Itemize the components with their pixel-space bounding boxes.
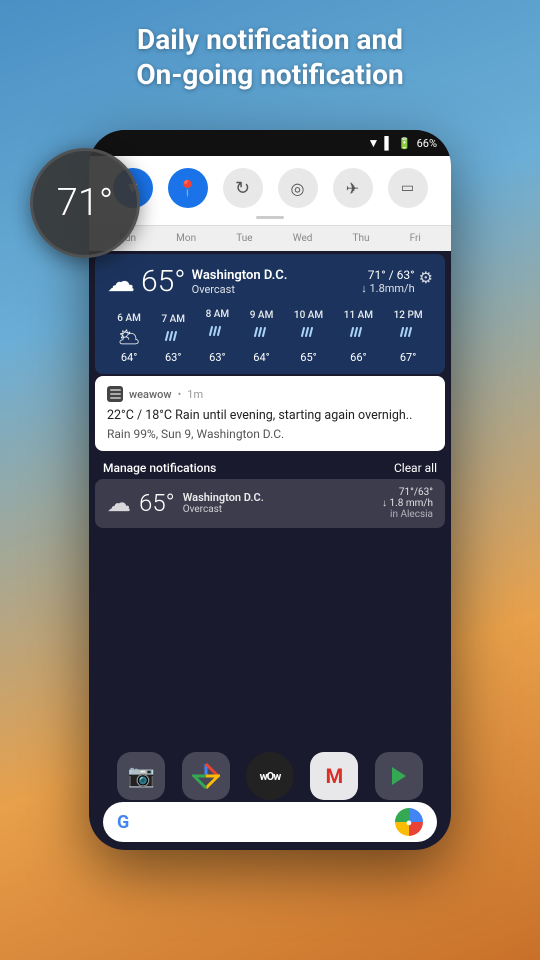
cloud-icon-large: ☁ <box>107 265 135 298</box>
weather-gear-icon[interactable]: ⚙ <box>419 268 433 287</box>
hour-temp-8am: 63° <box>209 351 225 364</box>
hour-item-12pm: 12 PM 67° <box>394 310 423 364</box>
header-title-line1: Daily notification and <box>40 22 500 57</box>
qs-location-btn[interactable]: 📍 <box>168 168 208 208</box>
hour-label-7am: 7 AM <box>161 314 185 325</box>
mini-temp: 65° <box>139 489 175 517</box>
weawow-app-icon <box>107 386 123 402</box>
hour-icon-10am <box>300 324 318 348</box>
mini-extra: in Alecsia <box>382 509 433 520</box>
status-bar: ▼ ▌ 🔋 66% <box>89 130 451 156</box>
header-section: Daily notification and On-going notifica… <box>0 0 540 102</box>
cal-day-fri: Fri <box>410 233 421 244</box>
qs-hotspot-btn[interactable]: ◎ <box>278 168 318 208</box>
notif-separator: • <box>178 388 182 401</box>
home-screen: 📷 wOw M G ● <box>89 650 451 850</box>
mini-precip: ↓ 1.8 mm/h <box>382 498 433 509</box>
signal-icon: ▌ <box>384 136 393 150</box>
qs-icons-row: ▼ 📍 ↻ ◎ ✈ ▭ <box>89 164 451 212</box>
weather-location-group: Washington D.C. Overcast <box>192 268 288 296</box>
hour-temp-12pm: 67° <box>400 351 416 364</box>
hour-temp-11am: 66° <box>350 351 366 364</box>
weather-right-group: 71° / 63° ↓ 1.8mm/h ⚙ <box>361 268 433 295</box>
hour-icon-8am <box>208 323 226 348</box>
qs-cast-btn[interactable]: ▭ <box>388 168 428 208</box>
google-mic-icon[interactable]: ● <box>395 808 423 836</box>
mini-location: Washington D.C. <box>183 491 264 504</box>
header-title-line2: On-going notification <box>40 57 500 92</box>
hour-label-10am: 10 AM <box>294 310 323 321</box>
hour-temp-6am: 64° <box>121 351 137 364</box>
phone-frame: ▼ ▌ 🔋 66% ▼ 📍 ↻ ◎ ✈ ▭ Sun Mon Tue Wed Th… <box>89 130 451 850</box>
status-right: ▼ ▌ 🔋 66% <box>367 136 437 150</box>
manage-notifications-bar: Manage notifications Clear all <box>89 453 451 479</box>
hour-item-10am: 10 AM 65° <box>294 310 323 364</box>
weather-high-low: 71° / 63° <box>361 268 414 282</box>
mini-weather-right: 71°/63° ↓ 1.8 mm/h in Alecsia <box>382 487 433 520</box>
hour-item-11am: 11 AM 66° <box>344 310 373 364</box>
weather-stats: 71° / 63° ↓ 1.8mm/h <box>361 268 414 295</box>
google-g-logo: G <box>117 812 129 833</box>
calendar-strip: Sun Mon Tue Wed Thu Fri <box>89 225 451 251</box>
weather-left-group: ☁ 65° Washington D.C. Overcast <box>107 264 287 299</box>
cal-day-mon: Mon <box>176 233 196 244</box>
weather-precip: ↓ 1.8mm/h <box>361 282 414 295</box>
mini-weather-card: ☁ 65° Washington D.C. Overcast 71°/63° ↓… <box>95 479 445 528</box>
notif-body-line1: 22°C / 18°C Rain until evening, starting… <box>107 407 433 425</box>
photos-app-icon[interactable] <box>182 752 230 800</box>
temperature-bubble: 71° <box>30 148 140 258</box>
hour-temp-9am: 64° <box>253 351 269 364</box>
cal-day-thu: Thu <box>353 233 370 244</box>
hour-item-8am: 8 AM 63° <box>206 309 230 364</box>
hour-item-6am: 6 AM 🌥 64° <box>117 313 141 364</box>
notif-app-name: weawow <box>129 388 172 401</box>
quick-settings-panel: ▼ 📍 ↻ ◎ ✈ ▭ <box>89 156 451 225</box>
notif-header-row: weawow • 1m <box>107 386 433 402</box>
qs-airplane-btn[interactable]: ✈ <box>333 168 373 208</box>
notif-body-line2: Rain 99%, Sun 9, Washington D.C. <box>107 427 433 441</box>
hour-icon-12pm <box>399 324 417 348</box>
battery-icon: 🔋 <box>398 137 412 150</box>
wifi-icon: ▼ <box>367 136 379 150</box>
hour-label-9am: 9 AM <box>250 310 274 321</box>
notif-time: 1m <box>187 388 203 401</box>
hour-item-7am: 7 AM 63° <box>161 314 185 364</box>
mini-condition: Overcast <box>183 504 264 515</box>
cal-day-wed: Wed <box>293 233 313 244</box>
hour-label-11am: 11 AM <box>344 310 373 321</box>
qs-scroll-indicator <box>256 216 284 219</box>
ongoing-notification-card: weawow • 1m 22°C / 18°C Rain until eveni… <box>95 376 445 451</box>
manage-notifications-label: Manage notifications <box>103 461 216 475</box>
hour-icon-11am <box>349 324 367 348</box>
hour-item-9am: 9 AM 64° <box>250 310 274 364</box>
battery-percent: 66% <box>417 137 437 150</box>
app-dock: 📷 wOw M <box>89 752 451 800</box>
hour-temp-10am: 65° <box>300 351 316 364</box>
hour-icon-7am <box>164 328 182 348</box>
cal-day-tue: Tue <box>236 233 252 244</box>
camera-app-icon[interactable]: 📷 <box>117 752 165 800</box>
hour-label-8am: 8 AM <box>206 309 230 320</box>
mini-cloud-icon: ☁ <box>107 489 131 517</box>
mini-weather-left: ☁ 65° Washington D.C. Overcast <box>107 489 264 517</box>
hour-label-6am: 6 AM <box>117 313 141 324</box>
mini-high-low: 71°/63° <box>382 487 433 498</box>
hour-icon-9am <box>253 324 271 348</box>
wow-app-icon[interactable]: wOw <box>246 752 294 800</box>
weather-condition: Overcast <box>192 283 288 296</box>
clear-all-button[interactable]: Clear all <box>394 461 437 475</box>
weather-temp-large: 65° <box>141 264 186 299</box>
bubble-temperature: 71° <box>57 181 114 225</box>
hour-label-12pm: 12 PM <box>394 310 423 321</box>
hourly-forecast-row: 6 AM 🌥 64° 7 AM 63° 8 AM 63° 9 AM <box>107 309 433 364</box>
play-store-icon[interactable] <box>375 752 423 800</box>
gmail-app-icon[interactable]: M <box>310 752 358 800</box>
qs-sync-btn[interactable]: ↻ <box>223 168 263 208</box>
hour-icon-6am: 🌥 <box>118 327 141 348</box>
google-search-bar[interactable]: G ● <box>103 802 437 842</box>
hour-temp-7am: 63° <box>165 351 181 364</box>
weather-notification-card: ☁ 65° Washington D.C. Overcast 71° / 63°… <box>95 254 445 374</box>
weather-location: Washington D.C. <box>192 268 288 283</box>
weather-main-row: ☁ 65° Washington D.C. Overcast 71° / 63°… <box>107 264 433 299</box>
